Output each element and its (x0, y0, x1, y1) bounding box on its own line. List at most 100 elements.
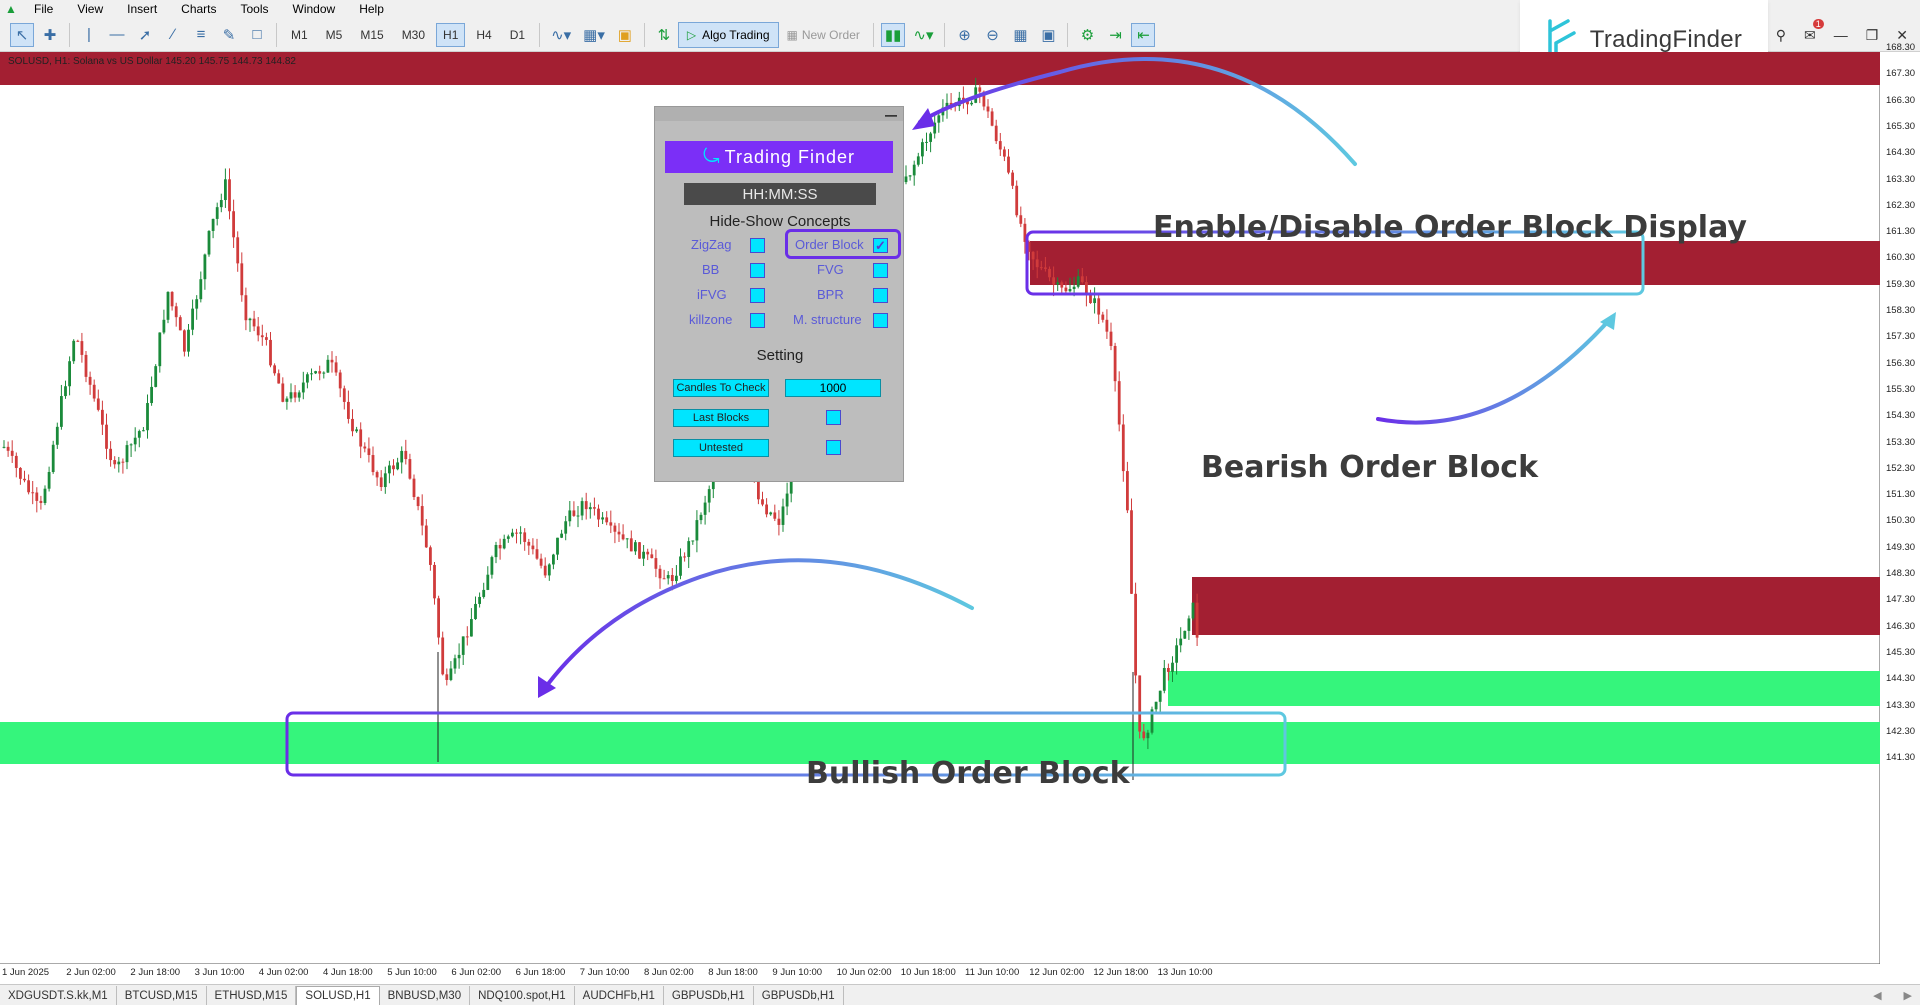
concept-checkbox-bb[interactable] (750, 263, 765, 278)
time-axis[interactable]: 1 Jun 2025 2 Jun 02:00 2 Jun 18:00 3 Jun 10… (0, 964, 1880, 984)
timeframe-d1[interactable]: D1 (503, 23, 532, 47)
menu-tools[interactable]: Tools (229, 0, 281, 18)
menu-file[interactable]: File (22, 0, 65, 18)
last-blocks-button[interactable]: Last Blocks (673, 409, 769, 427)
price-axis[interactable]: 168.30 167.30 166.30 165.30 164.30 163.30 162.… (1880, 42, 1920, 984)
candle-body (400, 450, 404, 463)
candles-to-check-button[interactable]: Candles To Check (673, 379, 769, 397)
tab-xdgusdt[interactable]: XDGUSDT.S.kk,M1 (0, 986, 117, 1005)
untested-button[interactable]: Untested (673, 439, 769, 457)
timeframe-m30[interactable]: M30 (395, 23, 432, 47)
candles-to-check-input[interactable]: 1000 (785, 379, 881, 397)
candle-body (125, 445, 129, 463)
tab-audchf[interactable]: AUDCHFb,H1 (575, 986, 664, 1005)
chart-shift-icon[interactable]: ⇤ (1131, 22, 1156, 47)
chart-area[interactable]: SOLUSD, H1: Solana vs US Dollar 145.20 1… (0, 42, 1920, 984)
zoom-in-icon[interactable]: ⊕ (952, 23, 976, 47)
vertical-line-icon[interactable]: | (77, 23, 101, 47)
candle-body (408, 459, 412, 479)
tab-solusd[interactable]: SOLUSD,H1 (296, 986, 380, 1005)
candle-body (293, 392, 297, 398)
screenshot-icon[interactable]: ▣ (1036, 23, 1060, 47)
candle-body (297, 392, 301, 398)
channel-icon[interactable]: ∕ (161, 23, 185, 47)
timeframe-m1[interactable]: M1 (284, 23, 315, 47)
fibonacci-icon[interactable]: ≡ (189, 23, 213, 47)
autoscroll-icon[interactable]: ⇥ (1103, 23, 1127, 47)
tab-ethusd[interactable]: ETHUSD,M15 (207, 986, 297, 1005)
timeframe-h4[interactable]: H4 (469, 23, 498, 47)
candle-body (6, 446, 10, 451)
timeframe-m5[interactable]: M5 (319, 23, 350, 47)
candle-body (1138, 675, 1142, 732)
tab-ndq100[interactable]: NDQ100.spot,H1 (470, 986, 575, 1005)
candle-body (457, 654, 461, 659)
crosshair-icon[interactable]: ✚ (38, 23, 62, 47)
tab-gbpusd-2[interactable]: GBPUSDb,H1 (754, 986, 844, 1005)
last-blocks-checkbox[interactable] (826, 410, 841, 425)
candle-body (691, 540, 695, 542)
search-icon[interactable]: ⚲ (1776, 27, 1786, 44)
trade-arrows-icon[interactable]: ⇅ (652, 23, 676, 47)
minimize-panel-icon[interactable]: — (885, 108, 897, 122)
concept-checkbox-ifvg[interactable] (750, 288, 765, 303)
timeframe-m15[interactable]: M15 (353, 23, 390, 47)
pen-icon[interactable]: ✎ (217, 23, 241, 47)
line-chart-icon[interactable]: ∿▾ (909, 23, 937, 47)
candle-body (191, 308, 194, 330)
time-tick: 7 Jun 10:00 (579, 967, 630, 978)
time-tick: 5 Jun 10:00 (387, 967, 437, 978)
price-chart[interactable] (0, 52, 1880, 964)
new-order-button[interactable]: ▦ New Order (779, 28, 868, 42)
horizontal-line-icon[interactable]: — (105, 23, 129, 47)
panel-titlebar[interactable]: — (655, 107, 903, 122)
candle-body (1048, 268, 1051, 278)
concept-checkbox-killzone[interactable] (750, 313, 765, 328)
candle-body (1039, 267, 1043, 269)
cursor-icon[interactable]: ↖ (10, 22, 34, 47)
candle-body (670, 575, 674, 582)
concept-checkbox-fvg[interactable] (873, 263, 888, 278)
tab-btcusd[interactable]: BTCUSD,M15 (117, 986, 207, 1005)
candle-body (699, 514, 703, 521)
brand-name: TradingFinder (1589, 26, 1743, 53)
untested-checkbox[interactable] (826, 440, 841, 455)
menu-window[interactable]: Window (281, 0, 348, 18)
candle-body (269, 339, 272, 366)
folder-icon[interactable]: ▣ (613, 23, 637, 47)
indicators-icon[interactable]: ∿▾ (547, 23, 575, 47)
tab-bnbusd[interactable]: BNBUSD,M30 (380, 986, 471, 1005)
menu-view[interactable]: View (65, 0, 115, 18)
concept-checkbox-zigzag[interactable] (750, 238, 765, 253)
candle-body (1121, 424, 1125, 472)
scroll-left-icon[interactable]: ◀ (1873, 989, 1881, 1002)
concept-checkbox-m-structure[interactable] (873, 313, 888, 328)
trendline-icon[interactable]: ➚ (133, 23, 157, 47)
annotation-bullish: Bullish Order Block (806, 756, 1130, 791)
scroll-right-icon[interactable]: ▶ (1904, 989, 1912, 1002)
minimize-icon[interactable]: — (1834, 27, 1848, 43)
candle-body (1019, 215, 1023, 224)
notifications-icon[interactable]: ✉ 1 (1804, 18, 1824, 44)
algo-trading-button[interactable]: ▷ Algo Trading (677, 21, 779, 48)
restore-icon[interactable]: ❐ (1866, 27, 1879, 44)
menu-help[interactable]: Help (347, 0, 396, 18)
tab-gbpusd-1[interactable]: GBPUSDb,H1 (664, 986, 754, 1005)
menu-insert[interactable]: Insert (115, 0, 169, 18)
menu-charts[interactable]: Charts (169, 0, 228, 18)
timeframe-h1[interactable]: H1 (436, 22, 466, 47)
candle-body (334, 362, 338, 373)
zoom-out-icon[interactable]: ⊖ (980, 23, 1004, 47)
grid-icon[interactable]: ▦ (1008, 23, 1032, 47)
shapes-icon[interactable]: □ (245, 23, 269, 47)
price-tick: 144.30 (1886, 673, 1916, 685)
close-icon[interactable]: ✕ (1896, 27, 1908, 44)
templates-icon[interactable]: ▦▾ (579, 23, 609, 47)
settings-icon[interactable]: ⚙ (1075, 23, 1099, 47)
trading-finder-panel[interactable]: — ⤿ Trading Finder HH:MM:SS Hide-Show Co… (654, 106, 904, 482)
candle-body (113, 460, 117, 465)
candle-body (560, 533, 563, 538)
bullish-order-block-upper (1168, 671, 1880, 706)
bar-chart-icon[interactable]: ▮▮ (880, 22, 906, 47)
concept-checkbox-bpr[interactable] (873, 288, 888, 303)
